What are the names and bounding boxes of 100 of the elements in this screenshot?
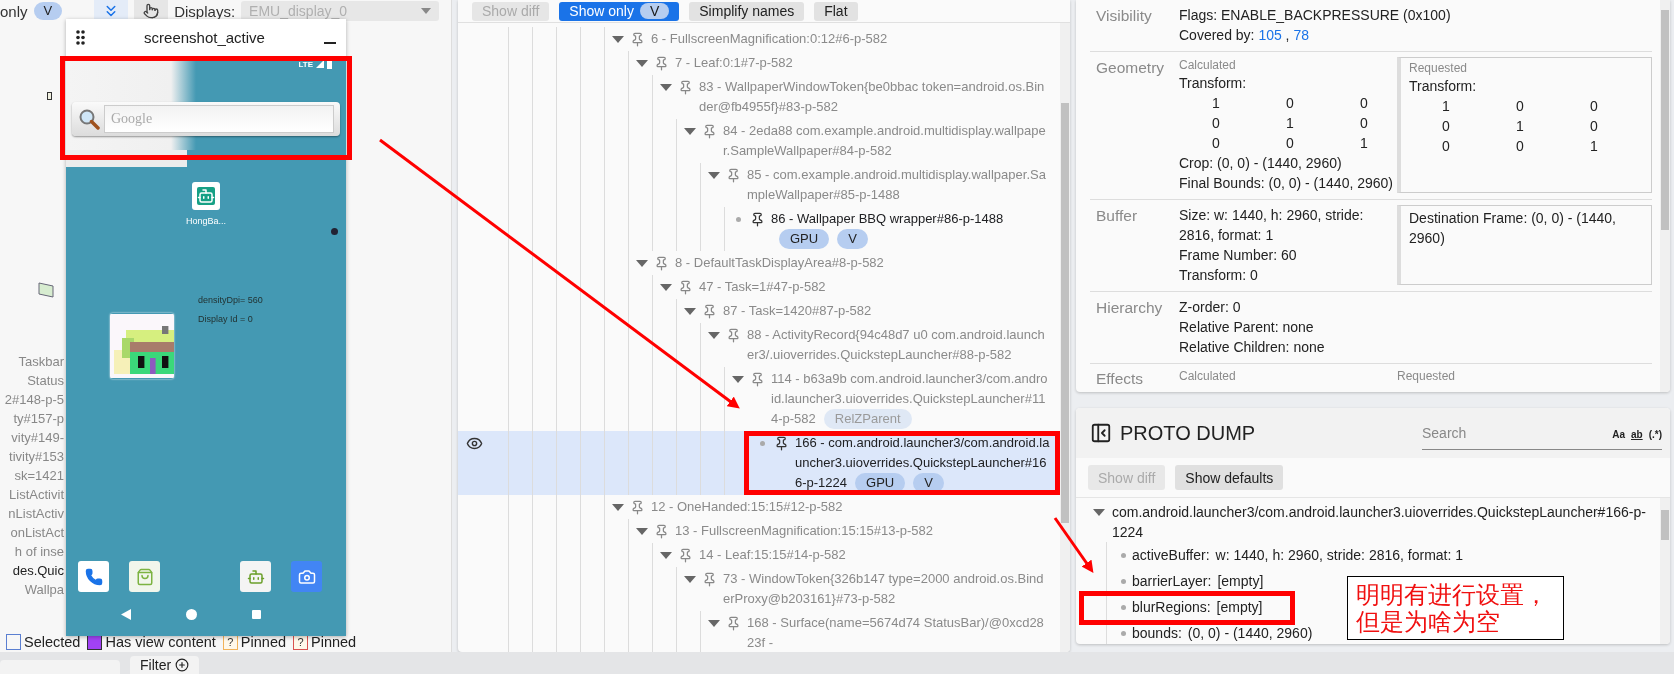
caret-icon[interactable] xyxy=(684,307,696,315)
caret-icon[interactable] xyxy=(1093,508,1105,516)
hand-pointer-icon xyxy=(143,3,160,19)
scrollbar[interactable] xyxy=(1660,0,1670,392)
search-widget[interactable]: Google xyxy=(72,102,340,136)
tree-row[interactable]: 166 - com.android.launcher3/com.android.launcher3.uioverrides.QuickstepLauncher#166-p-1224 GPU V xyxy=(458,431,1060,495)
property-text: Flags: ENABLE_BACKPRESSURE (0x100) xyxy=(1179,6,1452,25)
caret-icon[interactable] xyxy=(660,83,672,91)
home-icon[interactable] xyxy=(186,608,197,620)
caret-icon[interactable] xyxy=(660,551,672,559)
pin-icon[interactable] xyxy=(774,436,789,451)
legend-label: Pinned xyxy=(311,634,357,650)
matrix-value: 0 xyxy=(1441,137,1451,156)
bullet-icon xyxy=(1121,552,1126,558)
scrollbar[interactable] xyxy=(1660,498,1670,644)
recents-icon[interactable] xyxy=(252,609,261,619)
layer-link[interactable]: 78 xyxy=(1293,27,1309,43)
pin-icon[interactable] xyxy=(750,212,765,227)
property-text: Destination Frame: (0, 0) - (1440, 2960) xyxy=(1409,209,1617,248)
property-text: Transform: xyxy=(1179,74,1248,93)
matrix-value: 1 xyxy=(1359,134,1369,153)
search-field[interactable]: Search Aa ab (.*) xyxy=(1422,416,1662,450)
caret-icon[interactable] xyxy=(708,331,720,339)
node-label: 13 - FullscreenMagnification:15:15#13-p-582 xyxy=(675,522,934,540)
minimize-button[interactable] xyxy=(324,41,336,44)
toolbar-button[interactable]: Show defaults xyxy=(1175,465,1284,490)
phone-icon xyxy=(84,567,103,586)
drag-handle-icon[interactable] xyxy=(76,30,85,45)
app-icon[interactable] xyxy=(192,182,220,210)
window-title: screenshot_active xyxy=(143,29,266,46)
pixel-art-drawing xyxy=(110,313,174,379)
caret-icon[interactable] xyxy=(660,283,672,291)
caret-icon[interactable] xyxy=(708,171,720,179)
caret-icon[interactable] xyxy=(612,503,624,511)
toolbar-button[interactable]: Simplify names xyxy=(689,1,805,21)
layer-label: des.Quic xyxy=(12,562,64,580)
property-text: Frame Number: 60 xyxy=(1179,246,1298,265)
column-heading: Requested xyxy=(1397,368,1457,385)
bullet-icon xyxy=(1121,630,1126,636)
panel-toggle-icon[interactable] xyxy=(1090,422,1112,444)
field-value: w: 1440, h: 2960, stride: 2816, format: 1 xyxy=(1215,547,1464,563)
store-app-icon[interactable] xyxy=(129,561,160,592)
caret-icon[interactable] xyxy=(636,527,648,535)
section-label: Visibility xyxy=(1096,6,1153,26)
matrix-value: 1 xyxy=(1211,94,1221,113)
matrix-value: 0 xyxy=(1285,94,1295,113)
node-label: 73 - WindowToken{326b147 type=2000 android.os.BinderProxy@b203161}#73-p-582 xyxy=(723,570,1045,608)
field-key: activeBuffer: xyxy=(1132,547,1210,563)
caret-icon[interactable] xyxy=(636,259,648,267)
node-label: 86 - Wallpaper BBQ wrapper#86-p-1488 GPU V xyxy=(771,209,1050,249)
section-label: Geometry xyxy=(1096,58,1166,78)
property-text: Crop: (0, 0) - (1440, 2960) xyxy=(1179,154,1343,173)
android-app-icon[interactable] xyxy=(240,561,271,592)
property-text: Transform: xyxy=(1409,77,1478,96)
filter-label: only xyxy=(0,2,28,20)
toolbar-button[interactable]: Flat xyxy=(814,1,858,21)
camera-app-icon[interactable] xyxy=(291,561,322,592)
legend-label: Selected xyxy=(24,634,81,650)
layers-toggle-button[interactable] xyxy=(94,0,129,22)
section-label: Effects xyxy=(1096,369,1145,389)
visibility-badge: V xyxy=(33,2,63,20)
shopping-bag-icon xyxy=(135,567,154,586)
search-option-toggle[interactable]: (.*) xyxy=(1648,428,1662,440)
scrollbar[interactable] xyxy=(1060,23,1070,652)
layer-shape xyxy=(47,92,52,100)
toolbar-button[interactable]: Show only V xyxy=(559,1,680,21)
touch-toggle-button[interactable] xyxy=(134,0,169,22)
add-icon[interactable] xyxy=(175,658,190,672)
layer-label: ty#157-p xyxy=(13,410,64,428)
search-option-toggle[interactable]: ab xyxy=(1631,428,1643,440)
property-text: Relative Children: none xyxy=(1179,338,1326,357)
matrix-value: 0 xyxy=(1589,117,1599,136)
caret-icon[interactable] xyxy=(684,127,696,135)
info-text: Display Id = 0 xyxy=(198,314,254,324)
covered-by-text: Covered by: 105 , 78 xyxy=(1179,26,1310,45)
caret-icon[interactable] xyxy=(708,619,720,627)
layer-label: ListActivit xyxy=(9,486,64,504)
matrix-value: 0 xyxy=(1515,97,1525,116)
search-field[interactable]: Google xyxy=(104,105,334,133)
caret-icon[interactable] xyxy=(732,375,744,383)
node-label: 83 - WallpaperWindowToken{be0bbac token=android.os.Binder@fb4955f}#83-p-582 xyxy=(699,78,1046,116)
layer-link[interactable]: 105 xyxy=(1258,27,1282,43)
node-label: 12 - OneHanded:15:15#12-p-582 xyxy=(651,498,844,516)
caret-icon[interactable] xyxy=(636,59,648,67)
caret-icon[interactable] xyxy=(684,575,696,583)
column-heading: Calculated xyxy=(1179,368,1237,385)
caret-icon xyxy=(421,8,432,14)
phone-app-icon[interactable] xyxy=(78,561,109,592)
node-label: 114 - b63a9b com.android.launcher3/com.android.launcher3.uioverrides.QuickstepLauncher#114-p-582 RelZParent xyxy=(771,369,1050,429)
field-value: [empty] xyxy=(1216,599,1263,615)
back-icon[interactable] xyxy=(121,608,131,620)
legend-label: Pinned xyxy=(240,634,286,650)
annotation-note: 明明有进行设置，但是为啥为空 xyxy=(1347,576,1564,640)
search-option-toggle[interactable]: Aa xyxy=(1612,428,1625,440)
property-text: Final Bounds: (0, 0) - (1440, 2960) xyxy=(1179,174,1394,193)
caret-icon[interactable] xyxy=(612,35,624,43)
panel-title: PROTO DUMP xyxy=(1120,421,1257,445)
bullet-icon xyxy=(1121,604,1126,610)
matrix-value: 0 xyxy=(1515,137,1525,156)
filter-tab[interactable]: Filter xyxy=(130,656,200,674)
